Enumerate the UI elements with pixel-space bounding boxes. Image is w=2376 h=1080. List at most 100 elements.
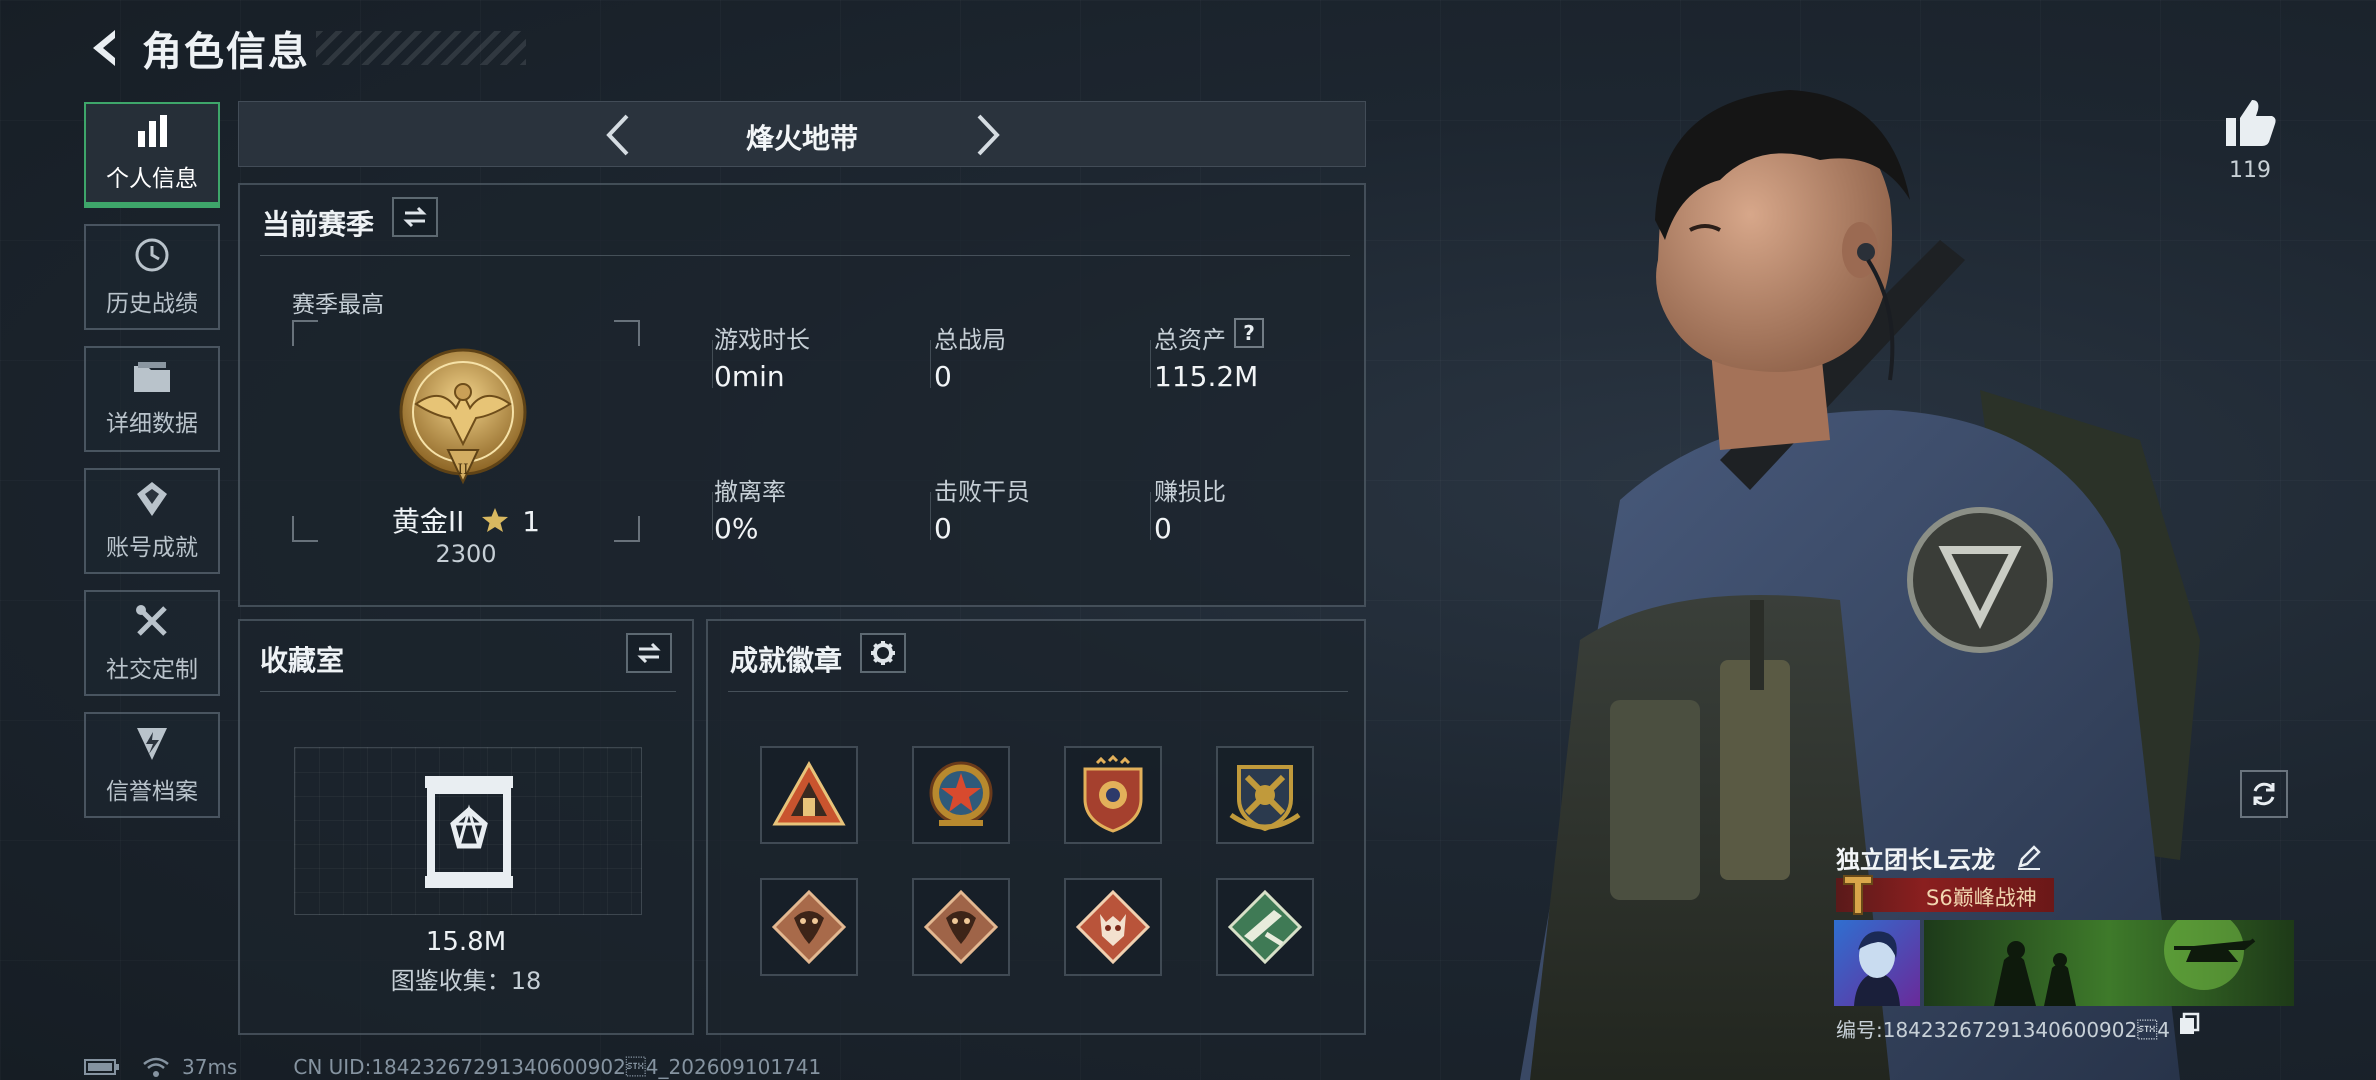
history-clock-icon xyxy=(135,238,169,272)
chevron-right-icon xyxy=(977,114,1000,156)
season-title: 当前赛季 xyxy=(262,208,375,241)
achievement-badge[interactable] xyxy=(1064,746,1162,844)
sidebar-item-account-achievements[interactable]: 账号成就 xyxy=(84,468,220,574)
sidebar-item-label: 社交定制 xyxy=(106,657,198,683)
avatar[interactable] xyxy=(1834,920,1920,1006)
back-button[interactable] xyxy=(80,23,130,73)
rotate-icon xyxy=(2253,782,2275,806)
divider xyxy=(260,691,676,692)
divider xyxy=(1150,492,1151,540)
rank-score: 2300 xyxy=(435,540,497,568)
achievements-settings-button[interactable] xyxy=(860,633,906,673)
folder-icon xyxy=(134,362,170,392)
mode-next-button[interactable] xyxy=(963,110,1013,160)
stat-play-time-label: 游戏时长 xyxy=(714,326,810,354)
sidebar-item-label: 账号成就 xyxy=(106,535,198,561)
achievement-badge[interactable] xyxy=(1216,878,1314,976)
achievement-badge[interactable] xyxy=(760,746,858,844)
dragon-badge-icon xyxy=(771,889,847,965)
achievement-badge[interactable] xyxy=(912,878,1010,976)
battery-icon xyxy=(84,1059,119,1075)
sidebar: 个人信息 历史战绩 详细数据 账号成就 社交定制 信誉档案 xyxy=(84,102,220,834)
rifle-badge-icon xyxy=(1227,889,1303,965)
sidebar-item-label: 个人信息 xyxy=(106,166,198,192)
player-id-text: 编号:184232672913406009024 xyxy=(1836,1018,2170,1042)
player-nickname: 独立团长L云龙 xyxy=(1836,846,1996,874)
ping-text: 37ms xyxy=(182,1055,238,1079)
divider xyxy=(1150,340,1151,388)
achievement-badge[interactable] xyxy=(1064,878,1162,976)
season-best-label: 赛季最高 xyxy=(292,292,384,318)
star-compass-badge-icon xyxy=(929,761,993,826)
sidebar-item-detail-data[interactable]: 详细数据 xyxy=(84,346,220,452)
assets-help-button[interactable]: ? xyxy=(1234,318,1264,348)
header-decoration xyxy=(316,31,526,65)
stat-total-assets-value: 115.2M xyxy=(1154,360,1259,393)
stat-profit-ratio-label: 赚损比 xyxy=(1154,478,1226,506)
achievements-title: 成就徽章 xyxy=(730,644,843,677)
profile-card: 独立团长L云龙 S6巅峰战神 编号:184232672913406009024 xyxy=(1834,840,2294,1060)
achievement-icon xyxy=(137,482,167,516)
stat-extract-rate-value: 0% xyxy=(714,512,759,545)
sidebar-item-credit-file[interactable]: 信誉档案 xyxy=(84,712,220,818)
copy-icon[interactable] xyxy=(2178,1012,2200,1036)
collection-switch-button[interactable] xyxy=(626,633,672,673)
profile-banner xyxy=(1924,920,2294,1006)
page-title: 角色信息 xyxy=(142,29,310,75)
stat-total-assets-label: 总资产 xyxy=(1154,326,1226,354)
divider xyxy=(728,691,1348,692)
avatar-portrait-icon xyxy=(1854,931,1900,1006)
wifi-icon xyxy=(143,1057,169,1077)
divider xyxy=(930,492,931,540)
title-badge-text: S6巅峰战神 xyxy=(1926,886,2037,910)
status-bar: 37ms CN UID:184232672913406009024_20260… xyxy=(84,1054,821,1080)
collection-panel[interactable]: 收藏室 15.8M 图鉴收集：18 xyxy=(238,619,694,1035)
sidebar-item-personal-info[interactable]: 个人信息 xyxy=(84,102,220,208)
sidebar-item-label: 历史战绩 xyxy=(106,291,198,317)
swap-icon xyxy=(403,206,427,228)
edit-icon[interactable] xyxy=(2016,844,2042,870)
crossed-arms-badge-icon xyxy=(1229,765,1301,832)
bar-chart-icon xyxy=(138,115,167,147)
stat-operators-defeated-value: 0 xyxy=(934,512,952,545)
rotate-button[interactable] xyxy=(2240,770,2288,818)
like-count: 119 xyxy=(2229,158,2271,183)
divider xyxy=(712,492,713,540)
tools-icon xyxy=(136,605,167,636)
star-icon xyxy=(482,508,509,532)
swap-icon xyxy=(637,642,661,664)
mode-selector: 烽火地带 xyxy=(238,101,1366,167)
sidebar-item-social-custom[interactable]: 社交定制 xyxy=(84,590,220,696)
stat-profit-ratio-value: 0 xyxy=(1154,512,1172,545)
divider xyxy=(260,255,1350,256)
collection-title: 收藏室 xyxy=(260,644,345,677)
display-case-icon xyxy=(425,776,513,888)
sidebar-item-history[interactable]: 历史战绩 xyxy=(84,224,220,330)
beast-badge-icon xyxy=(1075,889,1151,965)
achievement-badge[interactable] xyxy=(912,746,1010,844)
divider xyxy=(930,340,931,388)
divider xyxy=(712,340,713,388)
title-badge-bar: S6巅峰战神 xyxy=(1836,875,2054,915)
season-switch-button[interactable] xyxy=(392,197,438,237)
stat-total-matches-label: 总战局 xyxy=(934,326,1006,354)
back-arrow-icon xyxy=(93,30,115,66)
collection-count: 图鉴收集：18 xyxy=(390,967,542,995)
shield-stars-badge-icon xyxy=(1083,755,1143,833)
rank-name: 黄金II xyxy=(391,505,465,538)
pyramid-badge-icon xyxy=(772,760,846,826)
credit-shield-icon xyxy=(137,728,167,760)
collection-value: 15.8M xyxy=(425,927,507,957)
stat-play-time-value: 0min xyxy=(714,360,785,393)
mode-name: 烽火地带 xyxy=(745,122,858,155)
soldiers-banner-image xyxy=(1994,920,2256,1006)
page-header: 角色信息 xyxy=(80,18,526,78)
rank-stars: 1 xyxy=(522,505,541,538)
uid-text: CN UID:184232672913406009024_2026091017… xyxy=(293,1055,822,1079)
sidebar-item-label: 信誉档案 xyxy=(106,779,198,805)
achievement-badge[interactable] xyxy=(1216,746,1314,844)
collection-preview xyxy=(294,747,642,915)
rank-line: 黄金II 1 xyxy=(292,500,640,540)
achievement-badge[interactable] xyxy=(760,878,858,976)
like-icon[interactable] xyxy=(2222,96,2278,148)
